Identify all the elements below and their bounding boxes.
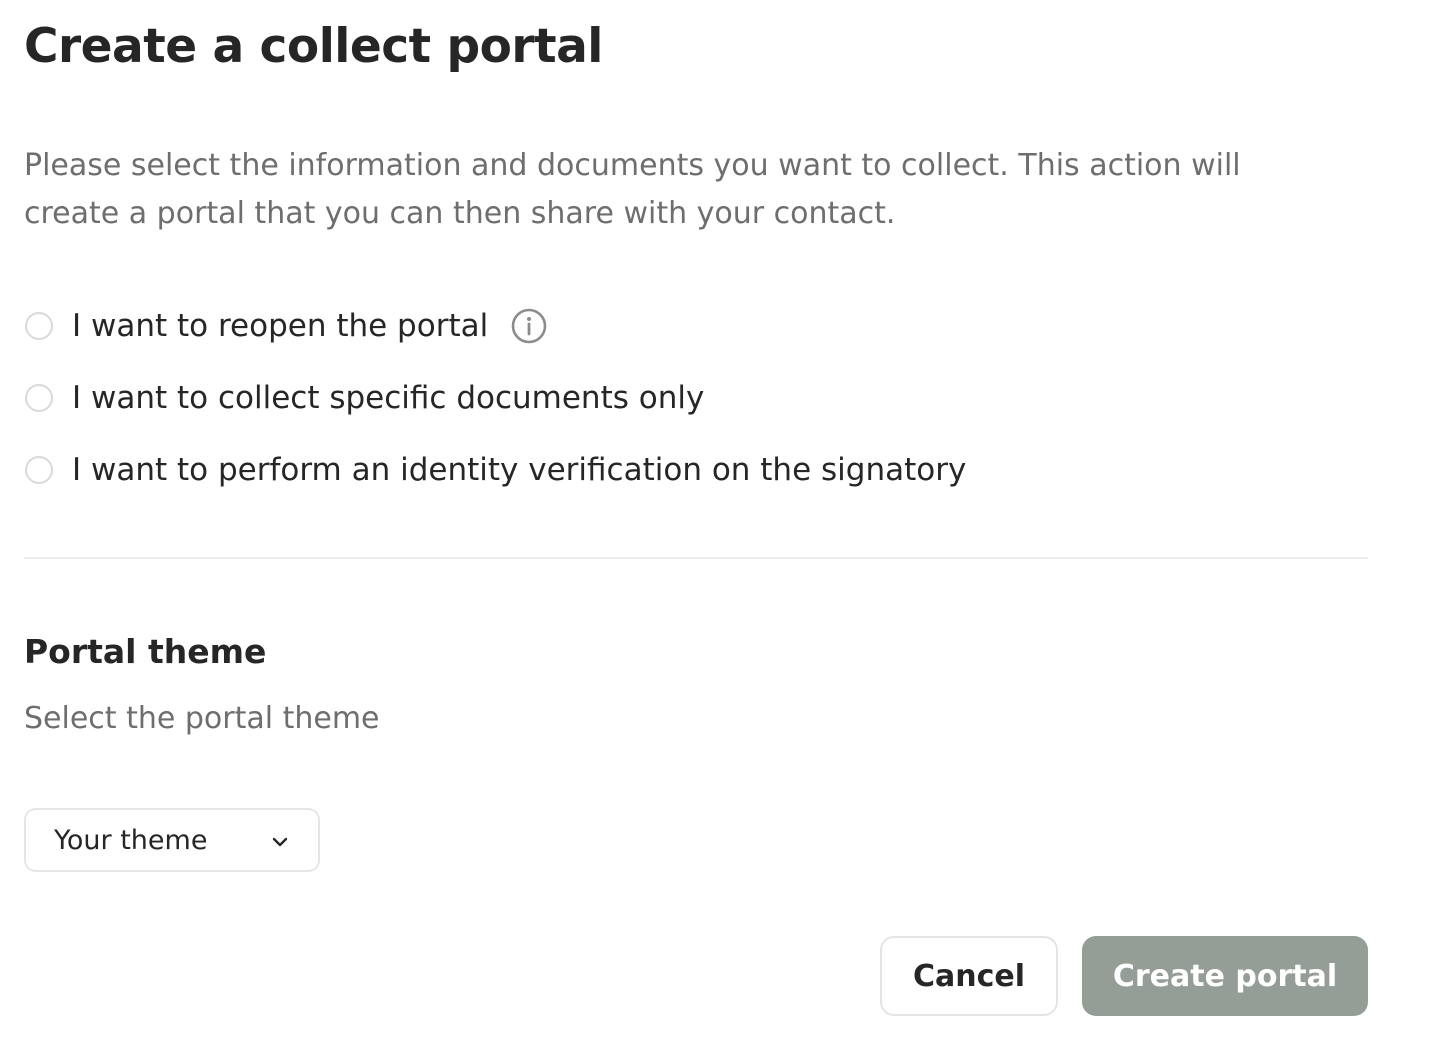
theme-select-value: Your theme	[54, 824, 208, 856]
create-collect-portal-dialog: Create a collect portal Please select th…	[24, 0, 1368, 1050]
option-collect-documents-label: I want to collect specific documents onl…	[72, 380, 705, 416]
option-identity-verification-label: I want to perform an identity verificati…	[72, 452, 967, 488]
portal-theme-title: Portal theme	[24, 632, 267, 671]
radio-reopen-portal[interactable]	[25, 312, 53, 340]
collect-options-group: I want to reopen the portal I want to co…	[24, 298, 1368, 514]
option-collect-documents[interactable]: I want to collect specific documents onl…	[24, 370, 1368, 426]
option-reopen-portal-label: I want to reopen the portal	[72, 308, 489, 344]
chevron-down-icon	[270, 832, 290, 852]
option-identity-verification[interactable]: I want to perform an identity verificati…	[24, 442, 1368, 498]
option-reopen-portal[interactable]: I want to reopen the portal	[24, 298, 1368, 354]
info-icon[interactable]	[510, 307, 548, 345]
dialog-title: Create a collect portal	[24, 19, 603, 74]
dialog-description: Please select the information and docume…	[24, 148, 1241, 231]
create-portal-button[interactable]: Create portal	[1082, 936, 1368, 1016]
portal-theme-subtitle: Select the portal theme	[24, 701, 380, 736]
section-divider	[24, 557, 1368, 559]
radio-collect-documents[interactable]	[25, 384, 53, 412]
theme-select[interactable]: Your theme	[24, 808, 320, 872]
cancel-button[interactable]: Cancel	[880, 936, 1058, 1016]
radio-identity-verification[interactable]	[25, 456, 53, 484]
